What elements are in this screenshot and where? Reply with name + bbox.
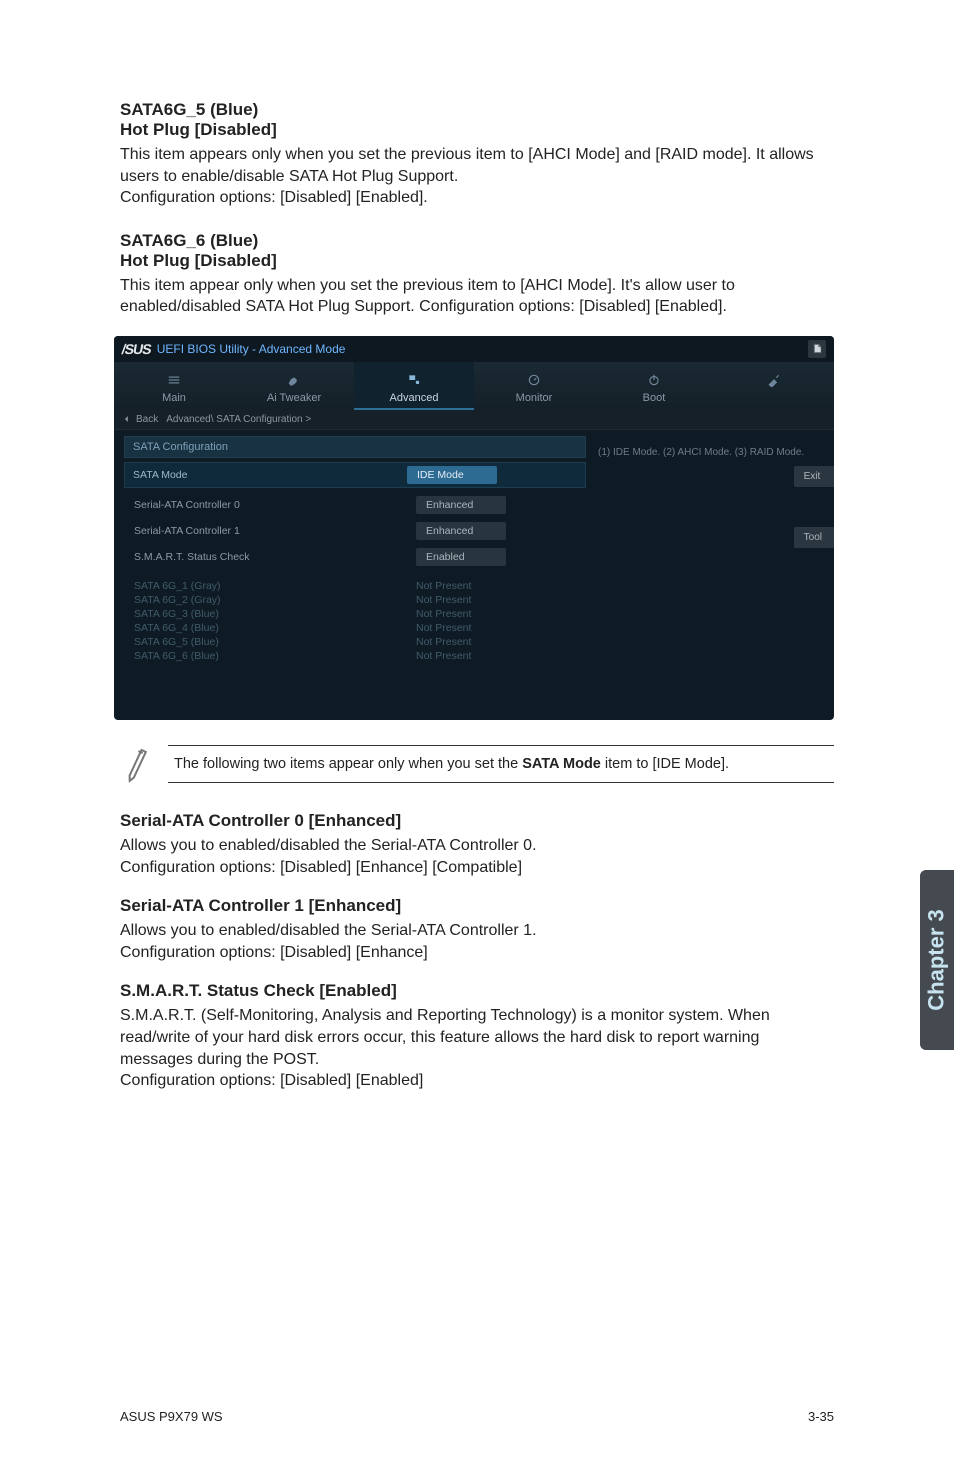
bios-window: /SUS UEFI BIOS Utility - Advanced Mode M… xyxy=(114,336,834,720)
smart-value[interactable]: Enabled xyxy=(416,548,506,566)
port-row-1: SATA 6G_1 (Gray)Not Present xyxy=(134,580,586,592)
controller1-value[interactable]: Enhanced xyxy=(416,522,506,540)
section-sata6g6: SATA6G_6 (Blue) Hot Plug [Disabled] This… xyxy=(120,231,834,318)
tab-monitor-label: Monitor xyxy=(516,392,553,404)
serial0-desc: Allows you to enabled/disabled the Seria… xyxy=(120,835,834,878)
bios-title-text: UEFI BIOS Utility - Advanced Mode xyxy=(157,342,346,356)
section-smart: S.M.A.R.T. Status Check [Enabled] S.M.A.… xyxy=(120,981,834,1091)
row-smart[interactable]: S.M.A.R.T. Status Check Enabled xyxy=(134,548,586,566)
footer-right: 3-35 xyxy=(808,1409,834,1424)
page-footer: ASUS P9X79 WS 3-35 xyxy=(120,1409,834,1424)
serial0-heading: Serial-ATA Controller 0 [Enhanced] xyxy=(120,811,834,831)
back-button[interactable]: Back xyxy=(122,414,158,425)
breadcrumb-path: Advanced\ SATA Configuration > xyxy=(166,414,311,425)
section-serial0: Serial-ATA Controller 0 [Enhanced] Allow… xyxy=(120,811,834,878)
chapter-tab: Chapter 3 xyxy=(920,870,954,1050)
smart-label: S.M.A.R.T. Status Check xyxy=(134,551,416,563)
sata6g6-sub: Hot Plug [Disabled] xyxy=(120,251,277,270)
tab-advanced[interactable]: Advanced xyxy=(354,362,474,410)
port-row-2: SATA 6G_2 (Gray)Not Present xyxy=(134,594,586,606)
asus-logo: /SUS xyxy=(121,341,153,357)
bios-titlebar: /SUS UEFI BIOS Utility - Advanced Mode xyxy=(114,336,834,362)
port-row-3: SATA 6G_3 (Blue)Not Present xyxy=(134,608,586,620)
heading-sata6g6-title: SATA6G_6 (Blue) Hot Plug [Disabled] xyxy=(120,231,834,271)
controller0-label: Serial-ATA Controller 0 xyxy=(134,499,416,511)
back-label: Back xyxy=(136,414,158,425)
sata-config-label: SATA Configuration xyxy=(133,441,228,453)
sata6g5-sub: Hot Plug [Disabled] xyxy=(120,120,277,139)
smart-heading: S.M.A.R.T. Status Check [Enabled] xyxy=(120,981,834,1001)
sata6g6-name: SATA6G_6 (Blue) xyxy=(120,231,258,250)
chapter-label: Chapter 3 xyxy=(924,909,950,1010)
footer-left: ASUS P9X79 WS xyxy=(120,1409,223,1424)
tab-tool[interactable] xyxy=(714,362,834,410)
heading-sata6g5-title: SATA6G_5 (Blue) Hot Plug [Disabled] xyxy=(120,100,834,140)
sata6g6-desc: This item appear only when you set the p… xyxy=(120,275,834,318)
sata6g5-desc: This item appears only when you set the … xyxy=(120,144,834,209)
tab-boot-label: Boot xyxy=(643,392,666,404)
sata6g5-name: SATA6G_5 (Blue) xyxy=(120,100,258,119)
sata-mode-value[interactable]: IDE Mode xyxy=(407,466,497,484)
pencil-icon xyxy=(113,733,175,795)
port-row-6: SATA 6G_6 (Blue)Not Present xyxy=(134,650,586,662)
tab-monitor[interactable]: Monitor xyxy=(474,362,594,410)
row-controller0[interactable]: Serial-ATA Controller 0 Enhanced xyxy=(134,496,586,514)
bios-breadcrumb: Back Advanced\ SATA Configuration > xyxy=(114,410,834,430)
sata-config-header: SATA Configuration xyxy=(124,436,586,458)
section-sata6g5: SATA6G_5 (Blue) Hot Plug [Disabled] This… xyxy=(120,100,834,209)
note-text: The following two items appear only when… xyxy=(168,745,834,783)
row-controller1[interactable]: Serial-ATA Controller 1 Enhanced xyxy=(134,522,586,540)
tab-main-label: Main xyxy=(162,392,186,404)
note-box: The following two items appear only when… xyxy=(120,740,834,789)
controller1-label: Serial-ATA Controller 1 xyxy=(134,525,416,537)
smart-desc: S.M.A.R.T. (Self-Monitoring, Analysis an… xyxy=(120,1005,834,1091)
bios-tabs: Main Ai Tweaker Advanced Monitor Boot xyxy=(114,362,834,410)
section-serial1: Serial-ATA Controller 1 [Enhanced] Allow… xyxy=(120,896,834,963)
sata-mode-label: SATA Mode xyxy=(133,469,407,481)
port-row-5: SATA 6G_5 (Blue)Not Present xyxy=(134,636,586,648)
tab-advanced-label: Advanced xyxy=(390,392,439,404)
notification-icon[interactable] xyxy=(808,340,826,358)
bios-help-panel: (1) IDE Mode. (2) AHCI Mode. (3) RAID Mo… xyxy=(586,436,824,696)
tool-button[interactable]: Tool xyxy=(794,527,834,548)
side-buttons: Exit Tool xyxy=(794,466,834,548)
tab-main[interactable]: Main xyxy=(114,362,234,410)
controller0-value[interactable]: Enhanced xyxy=(416,496,506,514)
port-row-4: SATA 6G_4 (Blue)Not Present xyxy=(134,622,586,634)
sata-ports-group: SATA 6G_1 (Gray)Not Present SATA 6G_2 (G… xyxy=(134,580,586,662)
help-text: (1) IDE Mode. (2) AHCI Mode. (3) RAID Mo… xyxy=(598,442,818,459)
bios-body: SATA Configuration SATA Mode IDE Mode Se… xyxy=(114,430,834,720)
tab-tweaker[interactable]: Ai Tweaker xyxy=(234,362,354,410)
row-sata-mode[interactable]: SATA Mode IDE Mode xyxy=(124,462,586,488)
serial1-desc: Allows you to enabled/disabled the Seria… xyxy=(120,920,834,963)
exit-button[interactable]: Exit xyxy=(794,466,834,487)
tab-tweaker-label: Ai Tweaker xyxy=(267,392,321,404)
serial1-heading: Serial-ATA Controller 1 [Enhanced] xyxy=(120,896,834,916)
tab-boot[interactable]: Boot xyxy=(594,362,714,410)
